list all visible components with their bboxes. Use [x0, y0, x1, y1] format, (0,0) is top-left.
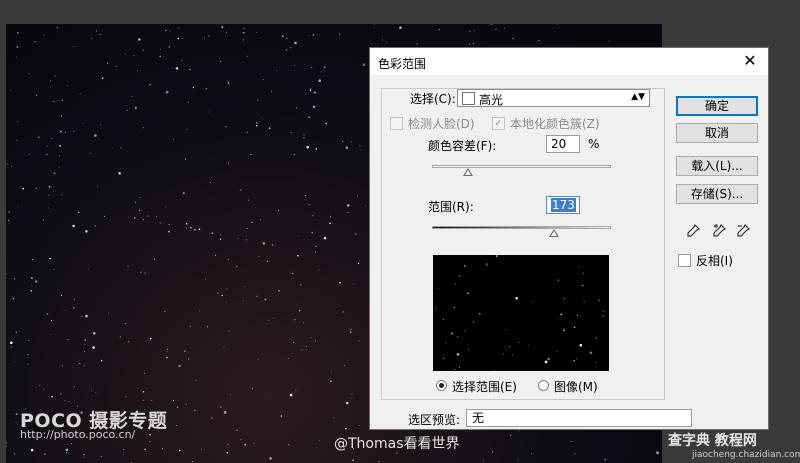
dialog-title: 色彩范围 — [378, 57, 427, 71]
range-input[interactable]: 173 — [546, 196, 580, 214]
radio-selection[interactable] — [436, 380, 447, 391]
range-value: 173 — [551, 198, 576, 212]
eyedropper-minus-icon[interactable] — [736, 223, 751, 238]
color-range-dialog: 色彩范围 ✕ 选择(C): 高光 ▲▼ 检测人脸(D) ✓ 本地化颜色簇(Z) … — [369, 47, 769, 430]
site-watermark: 查字典 教程网 — [668, 433, 757, 449]
range-slider-track[interactable] — [432, 226, 611, 229]
eyedropper-plus-icon[interactable] — [712, 223, 727, 238]
select-dropdown[interactable]: 高光 ▲▼ — [457, 89, 650, 107]
invert-label: 反相(I) — [696, 254, 733, 268]
fuzziness-label: 颜色容差(F): — [428, 139, 497, 153]
fuzziness-slider-track[interactable] — [432, 165, 611, 168]
cancel-button[interactable]: 取消 — [676, 123, 758, 143]
selection-preview-label: 选区预览: — [408, 413, 461, 427]
save-button[interactable]: 存储(S)... — [676, 184, 758, 204]
ok-button[interactable]: 确定 — [676, 96, 758, 116]
select-label: 选择(C): — [410, 92, 456, 106]
radio-selection-label: 选择范围(E) — [452, 380, 517, 394]
invert-checkbox[interactable] — [678, 254, 691, 267]
selection-preview-dropdown[interactable]: 无 — [466, 409, 692, 427]
detect-faces-checkbox[interactable] — [390, 117, 403, 130]
credit-watermark: @Thomas看看世界 — [334, 436, 460, 452]
range-slider-thumb[interactable] — [548, 229, 559, 237]
fuzziness-slider-thumb[interactable] — [462, 168, 473, 176]
eyedropper-icon[interactable] — [686, 223, 701, 238]
fuzziness-unit: % — [588, 137, 600, 151]
updown-arrow-icon: ▲▼ — [631, 92, 645, 102]
close-icon[interactable]: ✕ — [740, 51, 760, 71]
fuzziness-input[interactable]: 20 — [546, 135, 580, 153]
radio-image[interactable] — [538, 380, 549, 391]
load-button[interactable]: 载入(L)... — [676, 156, 758, 176]
settings-group: 选择(C): 高光 ▲▼ 检测人脸(D) ✓ 本地化颜色簇(Z) 颜色容差(F)… — [381, 88, 665, 400]
color-swatch-icon — [462, 92, 475, 105]
dialog-title-bar[interactable]: 色彩范围 ✕ — [370, 48, 768, 75]
localized-clusters-checkbox[interactable]: ✓ — [492, 117, 505, 130]
poco-url-watermark: http://photo.poco.cn/ — [20, 428, 136, 441]
range-label: 范围(R): — [428, 200, 474, 214]
preview-stars — [435, 255, 604, 371]
selection-preview-image — [433, 255, 609, 371]
radio-image-label: 图像(M) — [554, 380, 598, 394]
detect-faces-label: 检测人脸(D) — [408, 117, 475, 131]
select-value: 高光 — [479, 93, 504, 107]
site-url-watermark: jiaocheng.chazidian.com — [692, 450, 800, 460]
localized-clusters-label: 本地化颜色簇(Z) — [510, 117, 600, 131]
